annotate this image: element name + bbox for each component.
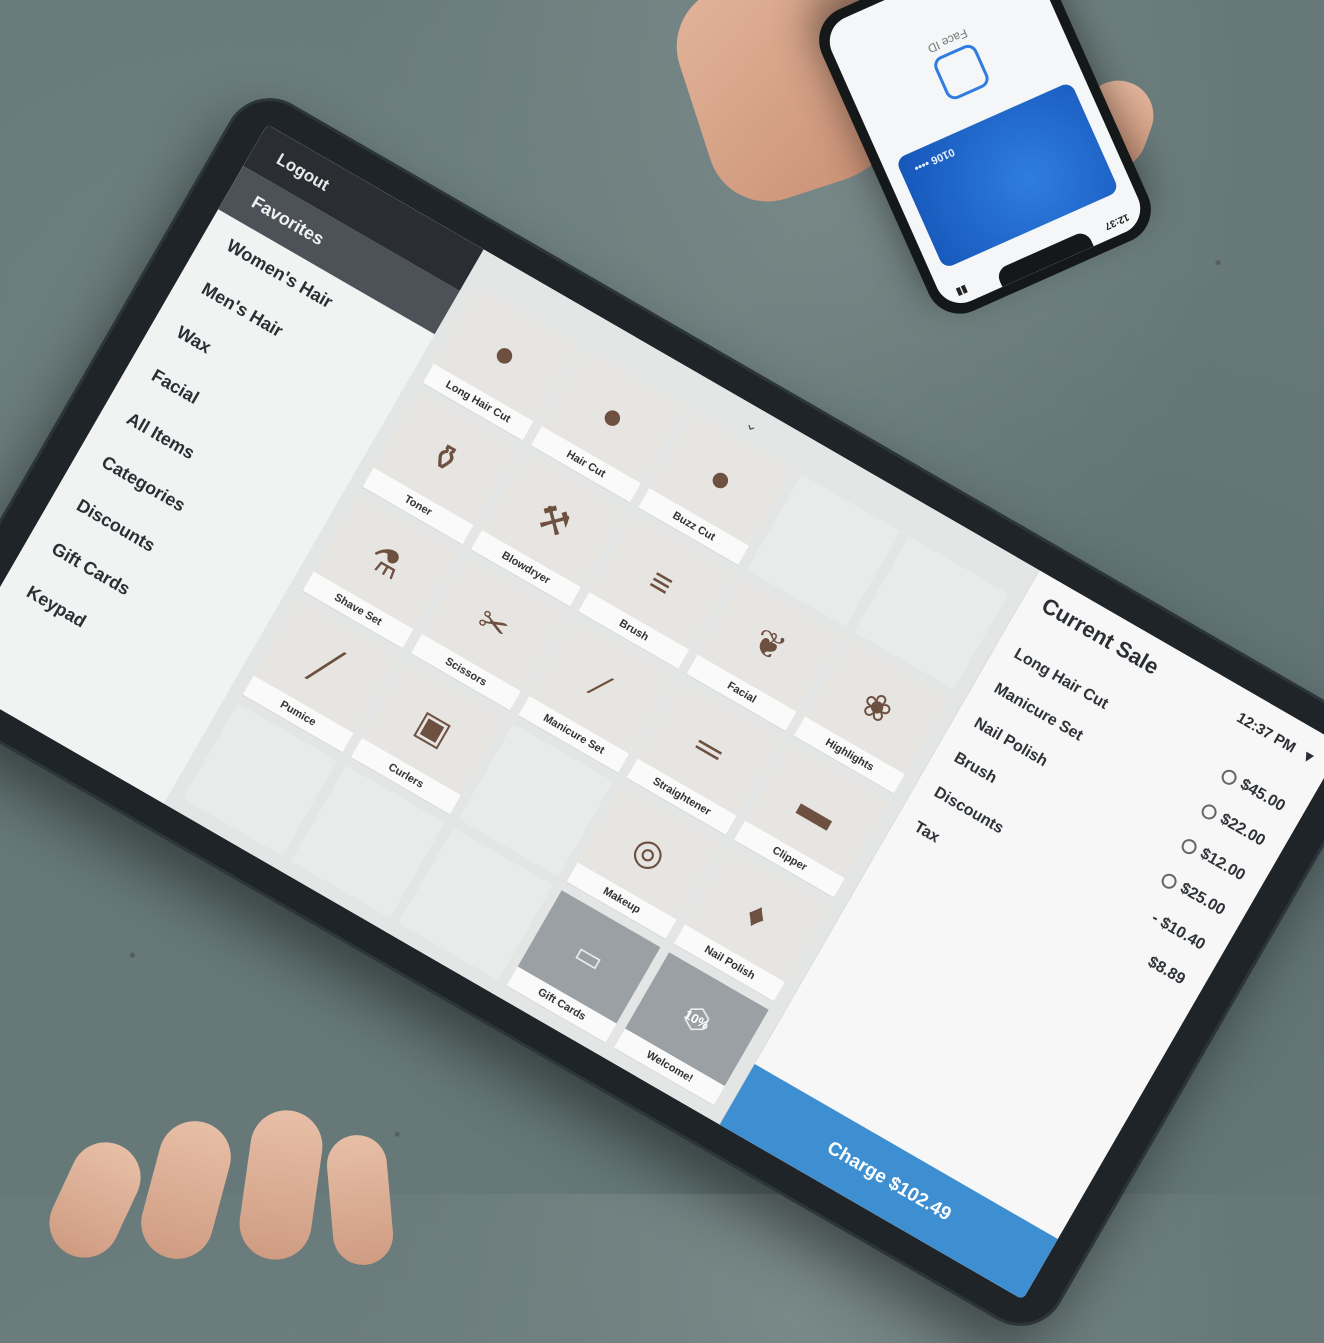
chevron-down-icon[interactable]: ⌄ [741, 413, 763, 437]
sale-line-amount: $8.89 [1144, 954, 1188, 990]
edit-circle-icon[interactable] [1219, 766, 1240, 788]
discount-badge: 10% [682, 1006, 713, 1033]
hand-bottom [37, 1105, 396, 1270]
clock: 12:37 PM [1234, 708, 1299, 757]
phone-clock: 12:37 [1102, 211, 1131, 232]
amount-value: $8.89 [1144, 953, 1188, 989]
signal-icon: ▮▮ [954, 282, 969, 298]
sale-line-label: Tax [911, 818, 943, 847]
card-number: 0106 •••• [912, 145, 957, 174]
edit-circle-icon[interactable] [1199, 801, 1220, 822]
edit-circle-icon[interactable] [1179, 835, 1200, 857]
phone-screen: 12:37 ▮▮ 0106 •••• Face ID [821, 0, 1149, 312]
edit-circle-icon[interactable] [1159, 870, 1180, 892]
wifi-icon: ▾ [1300, 747, 1316, 767]
